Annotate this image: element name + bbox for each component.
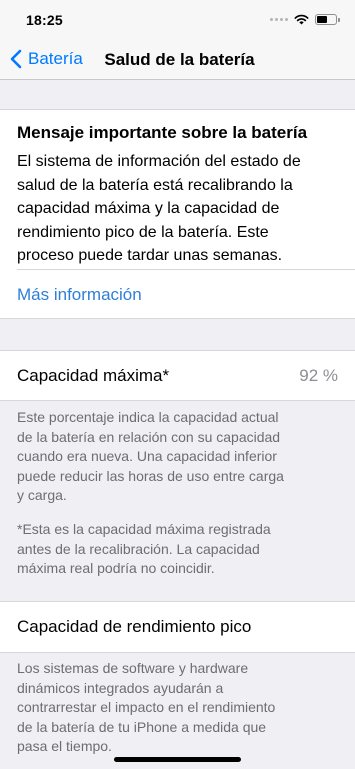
message-line: salud de la batería está recalibrando la — [17, 176, 293, 194]
signal-icon — [270, 18, 288, 21]
home-indicator[interactable] — [114, 757, 241, 762]
important-message-card: Mensaje importante sobre la batería El s… — [0, 109, 355, 319]
footer-line: pasa el tiempo. — [17, 738, 112, 754]
peak-performance-row: Capacidad de rendimiento pico — [0, 601, 355, 653]
message-title: Mensaje importante sobre la batería — [17, 123, 308, 142]
status-bar: 18:25 — [0, 0, 355, 40]
footer-line: Este porcentaje indica la capacidad actu… — [17, 409, 279, 425]
footer-line: cuando era nueva. Una capacidad inferior — [17, 448, 277, 464]
footer-line: máxima real podría no coincidir. — [17, 560, 215, 576]
maximum-capacity-row: Capacidad máxima* 92 % — [0, 350, 355, 401]
status-time: 18:25 — [26, 12, 63, 28]
footer-line: puede reducir las horas de uso entre car… — [17, 467, 284, 484]
peak-performance-description: Los sistemas de software y hardware diná… — [17, 659, 342, 757]
maximum-capacity-value: 92 % — [299, 366, 338, 385]
divider — [17, 269, 355, 270]
more-info-link[interactable]: Más información — [17, 285, 142, 305]
footer-line: contrarrestar el impacto en el rendimien… — [17, 699, 276, 715]
capacity-note: *Esta es la capacidad máxima registrada … — [17, 520, 342, 579]
message-body: El sistema de información del estado de … — [17, 150, 347, 268]
wifi-icon — [294, 14, 309, 25]
message-line: capacidad máxima y la capacidad de — [17, 200, 280, 217]
footer-line: y carga. — [17, 487, 67, 503]
message-line: El sistema de información del estado de — [17, 153, 301, 170]
status-icons — [270, 14, 340, 25]
footer-line: dinámicos integrados ayudarán a — [17, 679, 224, 696]
navigation-bar: Batería Salud de la batería — [0, 40, 355, 80]
page-title: Salud de la batería — [104, 50, 255, 69]
message-line: rendimiento pico de la batería. Este — [17, 223, 269, 241]
maximum-capacity-label: Capacidad máxima* — [17, 366, 170, 385]
footer-line: antes de la recalibración. La capacidad — [17, 540, 260, 557]
capacity-description: Este porcentaje indica la capacidad actu… — [17, 408, 342, 506]
footer-line: Los sistemas de software y hardware — [17, 660, 249, 676]
peak-performance-label: Capacidad de rendimiento pico — [17, 617, 252, 636]
footer-line: de la batería en relación con su capacid… — [17, 428, 281, 445]
footer-line: *Esta es la capacidad máxima registrada — [17, 521, 271, 537]
battery-icon — [315, 14, 340, 25]
message-line: proceso puede tardar unas semanas. — [17, 247, 283, 264]
footer-line: de la batería de tu iPhone a medida que — [17, 718, 267, 735]
